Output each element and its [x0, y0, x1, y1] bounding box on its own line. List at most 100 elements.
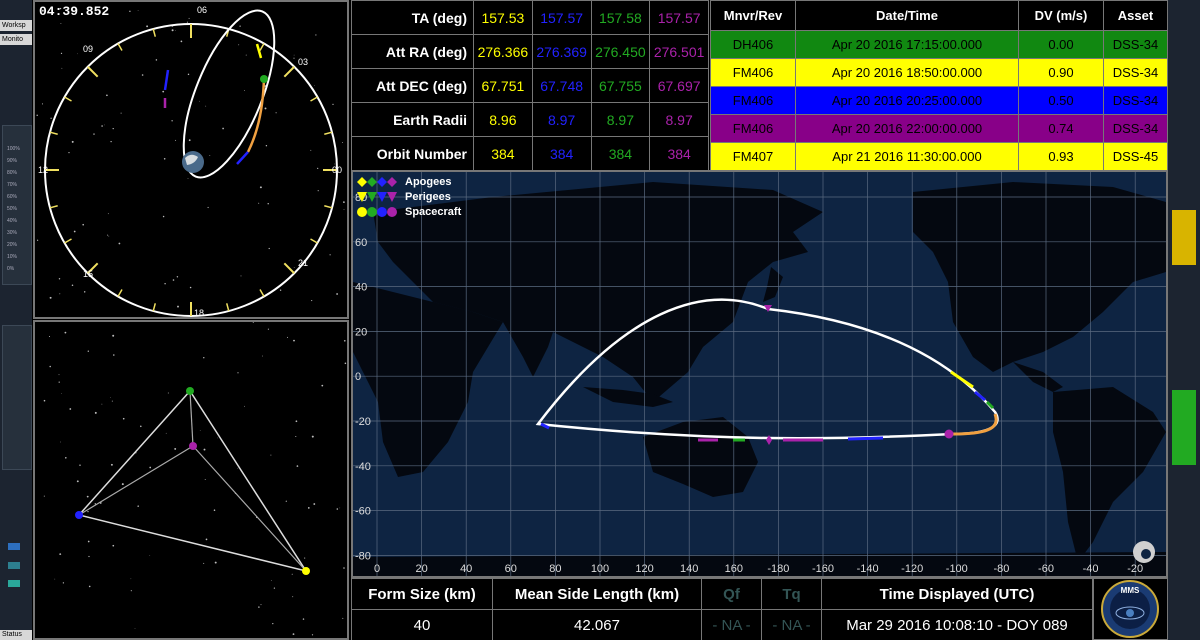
- formation-edge: [189, 390, 194, 447]
- star: [76, 480, 79, 483]
- star: [307, 507, 310, 509]
- hour-label: 00: [332, 165, 342, 175]
- star: [310, 149, 312, 151]
- dial-tick: [152, 28, 157, 37]
- star: [295, 420, 298, 423]
- star: [339, 507, 341, 509]
- star: [167, 392, 169, 394]
- star: [267, 328, 269, 330]
- orbit-segment: [255, 43, 263, 59]
- orbit-param-value: 276.450: [590, 34, 651, 69]
- orbit-param-label: Orbit Number: [351, 136, 474, 171]
- orbit-param-value: 67.748: [531, 68, 592, 103]
- orbit-parameters-table: TA (deg) 157.53 157.57 157.58 157.57 Att RA (…: [351, 0, 709, 171]
- status-tab[interactable]: Status: [0, 630, 32, 640]
- star: [165, 432, 167, 434]
- star: [304, 557, 306, 559]
- star: [243, 405, 245, 407]
- star: [343, 209, 345, 210]
- star: [60, 441, 61, 443]
- star: [93, 133, 95, 135]
- star: [292, 596, 294, 598]
- star: [137, 505, 139, 507]
- star: [252, 321, 254, 323]
- star: [336, 293, 338, 295]
- star: [295, 435, 297, 438]
- star: [311, 634, 314, 636]
- qf-header: Qf: [701, 578, 762, 610]
- star: [107, 234, 109, 236]
- star: [273, 587, 276, 589]
- star: [205, 105, 207, 107]
- star: [69, 408, 72, 410]
- orbit-param-value: 384: [649, 136, 709, 171]
- star: [180, 40, 183, 43]
- maneuver-datetime: Apr 20 2016 20:25:00.000: [795, 86, 1019, 115]
- star: [239, 25, 241, 27]
- longitude-label: -140: [857, 563, 879, 575]
- workspace-tab[interactable]: Worksp: [0, 20, 32, 31]
- form-size-value: 40: [351, 609, 493, 640]
- star: [311, 435, 314, 438]
- star: [50, 117, 52, 119]
- hour-label: 21: [298, 258, 308, 268]
- tq-value: - NA -: [761, 609, 822, 640]
- longitude-label: 0: [374, 563, 380, 575]
- star: [291, 573, 293, 575]
- star: [36, 239, 39, 241]
- mms-logo: MMS: [1101, 580, 1159, 638]
- monitor-tab[interactable]: Monito: [0, 34, 32, 45]
- maneuver-asset: DSS-34: [1103, 58, 1168, 87]
- star: [110, 140, 112, 143]
- orbit-param-value: 67.697: [649, 68, 709, 103]
- longitude-label: 80: [549, 563, 561, 575]
- star: [268, 247, 270, 250]
- star: [293, 54, 295, 56]
- star: [336, 508, 339, 510]
- maneuver-row: FM406 Apr 20 2016 22:00:00.000 0.74 DSS-34: [710, 114, 1168, 143]
- latitude-label: 40: [355, 282, 367, 294]
- spacecraft-ground-marker: [944, 429, 954, 439]
- star: [112, 334, 115, 337]
- star: [342, 617, 344, 619]
- star: [174, 447, 177, 450]
- maneuver-datetime: Apr 21 2016 11:30:00.000: [795, 142, 1019, 171]
- orbit-param-value: 8.97: [531, 102, 592, 137]
- star: [187, 178, 189, 179]
- star: [264, 107, 267, 110]
- maneuver-rev: FM406: [710, 86, 796, 115]
- star: [110, 397, 111, 398]
- orbit-param-value: 157.58: [590, 0, 651, 35]
- star: [275, 112, 277, 114]
- orbit-param-value: 157.53: [473, 0, 533, 35]
- orbit-param-value: 157.57: [531, 0, 592, 35]
- background-gauge-panel: 100% 90% 80% 70% 60% 50% 40% 30% 20% 10%…: [2, 125, 32, 285]
- star: [43, 399, 46, 402]
- star: [130, 590, 132, 592]
- orbit-segment: [236, 151, 249, 165]
- star: [58, 374, 60, 376]
- star: [77, 53, 78, 55]
- star: [343, 567, 345, 569]
- star: [155, 59, 158, 61]
- star: [101, 403, 103, 405]
- latitude-label: -20: [355, 416, 371, 428]
- orbit-segment: [163, 69, 170, 91]
- orbit-param-label: Earth Radii: [351, 102, 474, 137]
- apogee-diamonds-icon: [357, 176, 397, 187]
- star: [293, 267, 295, 268]
- spacecraft-marker-purple: [189, 442, 197, 450]
- star: [87, 510, 89, 513]
- star: [314, 84, 315, 86]
- maneuver-row: FM406 Apr 20 2016 20:25:00.000 0.50 DSS-34: [710, 86, 1168, 115]
- longitude-label: -60: [1038, 563, 1054, 575]
- star: [71, 284, 74, 286]
- legend-swatch: [8, 543, 20, 550]
- longitude-label: 60: [505, 563, 517, 575]
- star: [68, 152, 70, 154]
- orbit-param-value: 8.96: [473, 102, 533, 137]
- star: [58, 278, 61, 280]
- star: [272, 623, 274, 625]
- orbit-view-panel: 04:39.852 06 03 00 21 18 15 12 09: [33, 0, 349, 319]
- star: [237, 372, 239, 374]
